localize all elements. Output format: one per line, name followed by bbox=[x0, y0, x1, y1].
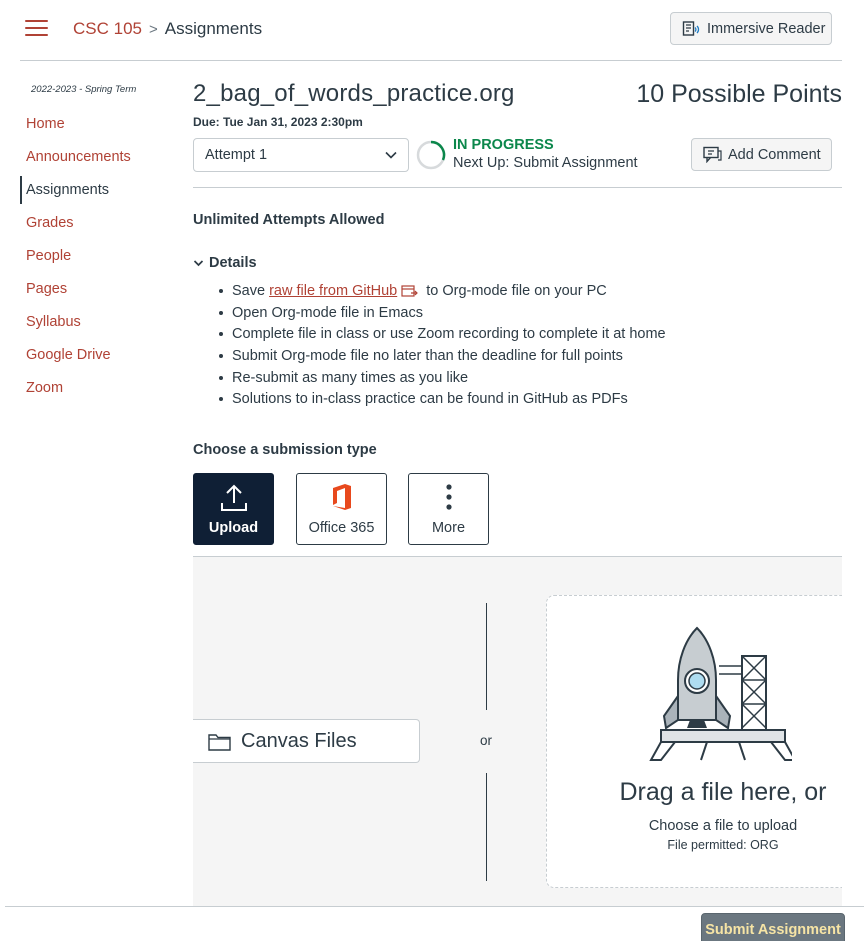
choose-file-link[interactable]: Choose a file to upload bbox=[547, 818, 842, 834]
office365-type-button[interactable]: Office 365 bbox=[296, 473, 387, 545]
sidebar-item-pages[interactable]: Pages bbox=[20, 275, 170, 308]
upload-panel: Canvas Files or Drag a file here, or Cho… bbox=[193, 556, 842, 906]
upload-type-button[interactable]: Upload bbox=[193, 473, 274, 545]
immersive-reader-button[interactable]: Immersive Reader bbox=[670, 12, 832, 45]
next-up-text: Next Up: Submit Assignment bbox=[453, 155, 638, 171]
chevron-down-icon bbox=[193, 259, 204, 266]
folder-icon bbox=[208, 733, 231, 751]
upload-icon bbox=[220, 484, 247, 511]
list-item: Solutions to in-class practice can be fo… bbox=[219, 389, 666, 411]
course-nav: Home Announcements Assignments Grades Pe… bbox=[20, 110, 170, 407]
progress-ring-icon bbox=[416, 140, 446, 170]
breadcrumb-separator: > bbox=[148, 20, 158, 38]
immersive-reader-label: Immersive Reader bbox=[707, 20, 826, 37]
details-label: Details bbox=[209, 255, 257, 271]
external-link-icon bbox=[401, 285, 419, 297]
breadcrumb: CSC 105 > Assignments bbox=[73, 19, 262, 39]
term-label: 2022-2023 - Spring Term bbox=[31, 84, 137, 95]
save-suffix: to Org-mode file on your PC bbox=[426, 283, 607, 299]
sidebar-item-syllabus[interactable]: Syllabus bbox=[20, 308, 170, 341]
sidebar-item-home[interactable]: Home bbox=[20, 110, 170, 143]
list-item: Re-submit as many times as you like bbox=[219, 368, 666, 390]
breadcrumb-current: Assignments bbox=[164, 19, 263, 38]
list-item: Submit Org-mode file no later than the d… bbox=[219, 346, 666, 368]
list-item: Complete file in class or use Zoom recor… bbox=[219, 324, 666, 346]
drag-file-text: Drag a file here, or bbox=[619, 778, 827, 806]
office365-type-label: Office 365 bbox=[308, 520, 375, 536]
details-list: Save raw file from GitHub to Org-mode fil… bbox=[219, 281, 666, 411]
comment-icon bbox=[703, 146, 722, 163]
file-dropzone[interactable]: Drag a file here, or Choose a file to up… bbox=[546, 595, 842, 888]
divider-line-bottom bbox=[486, 773, 487, 881]
office365-icon bbox=[332, 484, 351, 510]
file-permitted-text: File permitted: ORG bbox=[667, 838, 779, 852]
list-item: Save raw file from GitHub to Org-mode fil… bbox=[219, 281, 666, 303]
hamburger-menu-icon[interactable] bbox=[25, 20, 48, 38]
assignment-title: 2_bag_of_words_practice.org bbox=[193, 80, 515, 107]
add-comment-button[interactable]: Add Comment bbox=[691, 138, 832, 171]
or-label: or bbox=[480, 733, 493, 748]
more-vertical-icon bbox=[445, 484, 452, 510]
attempts-note: Unlimited Attempts Allowed bbox=[193, 212, 385, 228]
details-toggle[interactable]: Details bbox=[193, 255, 257, 271]
due-date: Due: Tue Jan 31, 2023 2:30pm bbox=[193, 115, 363, 129]
divider-line-top bbox=[486, 603, 487, 710]
top-bar: CSC 105 > Assignments Immersive Reader bbox=[0, 0, 864, 60]
sidebar-item-google-drive[interactable]: Google Drive bbox=[20, 341, 170, 374]
status-badge: IN PROGRESS bbox=[453, 137, 554, 153]
breadcrumb-course-link[interactable]: CSC 105 bbox=[73, 19, 142, 39]
github-raw-link[interactable]: raw file from GitHub bbox=[269, 283, 397, 299]
list-item: Open Org-mode file in Emacs bbox=[219, 303, 666, 325]
sidebar-item-grades[interactable]: Grades bbox=[20, 209, 170, 242]
sidebar-item-people[interactable]: People bbox=[20, 242, 170, 275]
sidebar-item-announcements[interactable]: Announcements bbox=[20, 143, 170, 176]
header-divider bbox=[20, 60, 842, 61]
more-type-button[interactable]: More bbox=[408, 473, 489, 545]
footer-divider bbox=[5, 906, 864, 907]
sidebar-item-assignments[interactable]: Assignments bbox=[20, 176, 170, 204]
save-prefix: Save bbox=[232, 283, 270, 299]
possible-points: 10 Possible Points bbox=[636, 80, 842, 108]
sidebar-item-zoom[interactable]: Zoom bbox=[20, 374, 170, 407]
chevron-down-icon bbox=[385, 151, 397, 159]
add-comment-label: Add Comment bbox=[728, 146, 821, 163]
more-type-label: More bbox=[431, 520, 466, 536]
submission-type-heading: Choose a submission type bbox=[193, 442, 377, 458]
immersive-reader-icon bbox=[682, 20, 700, 36]
attempt-select-value: Attempt 1 bbox=[205, 147, 268, 163]
section-divider bbox=[193, 187, 842, 188]
submit-assignment-button[interactable]: Submit Assignment bbox=[701, 913, 845, 941]
attempt-select[interactable]: Attempt 1 bbox=[193, 138, 409, 172]
canvas-files-button[interactable]: Canvas Files bbox=[193, 719, 420, 763]
canvas-files-label: Canvas Files bbox=[241, 729, 357, 752]
rocket-launch-icon bbox=[649, 626, 792, 761]
upload-type-label: Upload bbox=[208, 520, 259, 536]
